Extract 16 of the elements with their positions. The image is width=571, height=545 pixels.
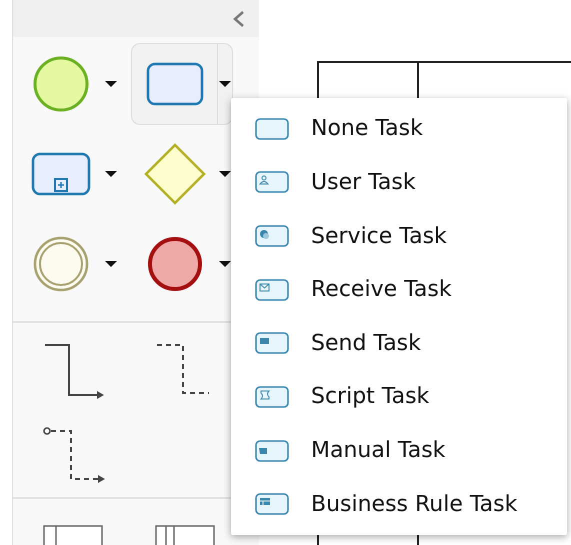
menu-item-label: None Task (311, 116, 423, 142)
menu-item-label: Manual Task (311, 438, 446, 464)
menu-item[interactable]: User Task (231, 156, 567, 210)
menu-item-label: Send Task (311, 330, 421, 356)
menu-item[interactable]: Service Task (231, 209, 567, 263)
menu-item-label: Script Task (311, 384, 430, 410)
menu-item[interactable]: Script Task (231, 370, 567, 424)
menu-item-label: Business Rule Task (311, 492, 518, 517)
menu-item[interactable]: Send Task (231, 316, 567, 370)
menu-item-label: Receive Task (311, 277, 452, 302)
menu-item-label: User Task (311, 170, 416, 195)
menu-item[interactable]: None Task (231, 102, 567, 156)
menu-item[interactable]: Receive Task (231, 262, 567, 316)
menu-item[interactable]: Business Rule Task (231, 477, 567, 531)
menu-item-label: Service Task (311, 224, 447, 249)
menu-item[interactable]: Manual Task (231, 424, 567, 478)
